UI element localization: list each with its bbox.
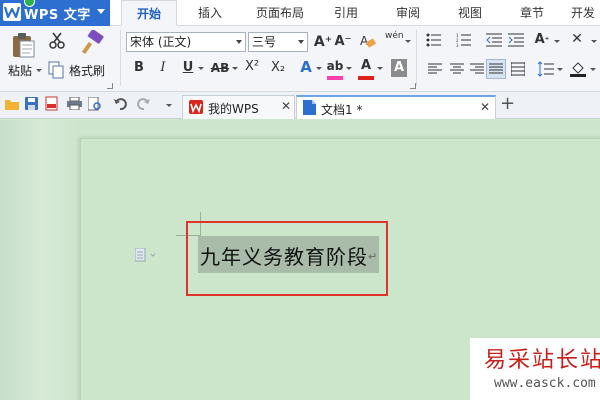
font-name-select[interactable]: 宋体 (正文) <box>126 32 246 52</box>
clipboard-group-launcher-icon[interactable] <box>107 83 113 89</box>
strikethrough-button[interactable]: AB <box>208 59 232 77</box>
paste-label[interactable]: 粘贴 <box>8 62 32 79</box>
format-painter-label[interactable]: 格式刷 <box>69 62 105 79</box>
align-left-icon[interactable] <box>428 63 442 75</box>
chevron-down-icon <box>298 40 304 44</box>
font-color-dropdown-icon[interactable] <box>377 67 383 70</box>
highlight-dropdown-icon[interactable] <box>346 67 352 70</box>
bold-button[interactable]: B <box>131 59 147 77</box>
paragraph-layout-icon[interactable] <box>135 248 157 262</box>
strikethrough-dropdown-icon[interactable] <box>232 67 238 70</box>
phonetic-guide-button[interactable]: wén <box>385 31 404 41</box>
font-color-button[interactable]: A <box>358 57 374 75</box>
watermark-url: www.easck.com <box>494 376 596 391</box>
redo-icon[interactable] <box>136 97 150 110</box>
ribbon-divider <box>416 30 417 86</box>
document-icon <box>303 100 316 115</box>
close-icon[interactable]: ✕ <box>281 99 291 113</box>
svg-text:3: 3 <box>456 43 459 47</box>
numbered-list-icon[interactable]: 1 2 3 <box>456 33 472 47</box>
print-preview-icon[interactable] <box>88 97 102 111</box>
font-group-launcher-icon[interactable] <box>410 83 416 89</box>
quick-access-toolbar: 我的WPS ✕ 文档1 * ✕ + <box>0 92 600 119</box>
underline-button[interactable]: U <box>180 59 196 77</box>
grow-font-button[interactable]: A⁺ <box>313 33 333 51</box>
tab-section[interactable]: 章节 <box>510 0 554 26</box>
highlight-button[interactable]: ab <box>326 57 344 75</box>
justify-button[interactable] <box>486 59 506 79</box>
shrink-font-button[interactable]: A⁻ <box>333 33 353 51</box>
paste-icon[interactable] <box>9 31 37 59</box>
line-spacing-dropdown-icon[interactable] <box>557 68 563 71</box>
ribbon: 粘贴 格式刷 宋体 (正文) 三号 A⁺ A⁻ A wén B I U AB X… <box>0 26 600 92</box>
wps-logo-icon <box>3 3 21 21</box>
ribbon-divider <box>120 30 121 86</box>
copy-icon[interactable] <box>48 61 64 79</box>
bullet-list-icon[interactable] <box>426 33 442 47</box>
save-icon[interactable] <box>25 97 38 110</box>
tab-page-layout[interactable]: 页面布局 <box>248 0 312 26</box>
tab-insert[interactable]: 插入 <box>186 0 234 26</box>
print-icon[interactable] <box>67 97 82 110</box>
site-watermark: 易采站长站 www.easck.com <box>470 338 600 400</box>
increase-indent-icon[interactable] <box>508 33 524 47</box>
text-effect-dropdown-icon[interactable] <box>316 67 322 70</box>
undo-icon[interactable] <box>114 97 128 110</box>
font-size-select[interactable]: 三号 <box>248 32 308 52</box>
change-case-button[interactable]: A⁺ <box>532 31 552 49</box>
font-name-value: 宋体 (正文) <box>130 35 192 49</box>
change-case-dropdown-icon[interactable] <box>554 40 560 43</box>
phonetic-dropdown-icon[interactable] <box>405 40 411 43</box>
decrease-indent-icon[interactable] <box>486 33 502 47</box>
tab-developer[interactable]: 开发 <box>566 0 600 26</box>
tab-my-wps[interactable]: 我的WPS ✕ <box>182 95 295 119</box>
text-effect-button[interactable]: A <box>298 58 314 76</box>
chinese-layout-dropdown-icon[interactable] <box>591 40 597 43</box>
align-right-icon[interactable] <box>470 63 484 75</box>
tab-my-wps-label: 我的WPS <box>208 102 259 116</box>
tab-home[interactable]: 开始 <box>121 0 177 26</box>
app-title: WPS 文字 <box>24 8 91 23</box>
underline-dropdown-icon[interactable] <box>198 67 204 70</box>
font-size-value: 三号 <box>252 35 277 49</box>
shading-dropdown-icon[interactable] <box>590 68 596 71</box>
chinese-layout-button[interactable]: ✕ <box>567 30 587 48</box>
annotation-red-box <box>186 221 388 296</box>
paste-dropdown-icon[interactable] <box>36 69 42 72</box>
superscript-button[interactable]: X² <box>242 58 262 76</box>
open-folder-icon[interactable] <box>5 98 19 110</box>
chevron-down-icon <box>236 40 242 44</box>
app-menu-button[interactable]: WPS 文字 <box>0 0 110 26</box>
svg-text:A: A <box>360 34 369 48</box>
shading-fill-icon[interactable] <box>569 60 587 78</box>
menu-bar: WPS 文字 开始 插入 页面布局 引用 审阅 视图 章节 开发 <box>0 0 600 26</box>
highlight-color-swatch <box>327 76 343 80</box>
distributed-align-icon[interactable] <box>511 62 525 76</box>
italic-button[interactable]: I <box>155 59 171 77</box>
new-tab-icon[interactable]: + <box>500 93 515 114</box>
char-shading-button[interactable]: A <box>391 59 407 77</box>
tab-view[interactable]: 视图 <box>448 0 492 26</box>
customize-toolbar-icon[interactable] <box>166 104 172 107</box>
tab-document1-label: 文档1 * <box>321 103 363 117</box>
app-menu-caret-icon[interactable] <box>97 9 105 14</box>
align-justify-icon <box>489 63 503 74</box>
tab-document1[interactable]: 文档1 * ✕ <box>296 95 496 119</box>
close-icon[interactable]: ✕ <box>480 100 490 114</box>
watermark-site-name: 易采站长站 <box>484 348 600 373</box>
clear-format-icon[interactable]: A <box>359 32 377 50</box>
wps-red-logo-icon <box>189 100 203 114</box>
align-center-icon[interactable] <box>450 63 464 75</box>
tab-references[interactable]: 引用 <box>324 0 368 26</box>
cut-icon[interactable] <box>48 32 66 50</box>
font-color-swatch <box>358 76 374 80</box>
format-painter-icon[interactable] <box>79 30 105 56</box>
line-spacing-icon[interactable] <box>538 61 554 77</box>
subscript-button[interactable]: X₂ <box>268 59 288 77</box>
tab-review[interactable]: 审阅 <box>386 0 430 26</box>
export-pdf-icon[interactable] <box>45 96 59 111</box>
